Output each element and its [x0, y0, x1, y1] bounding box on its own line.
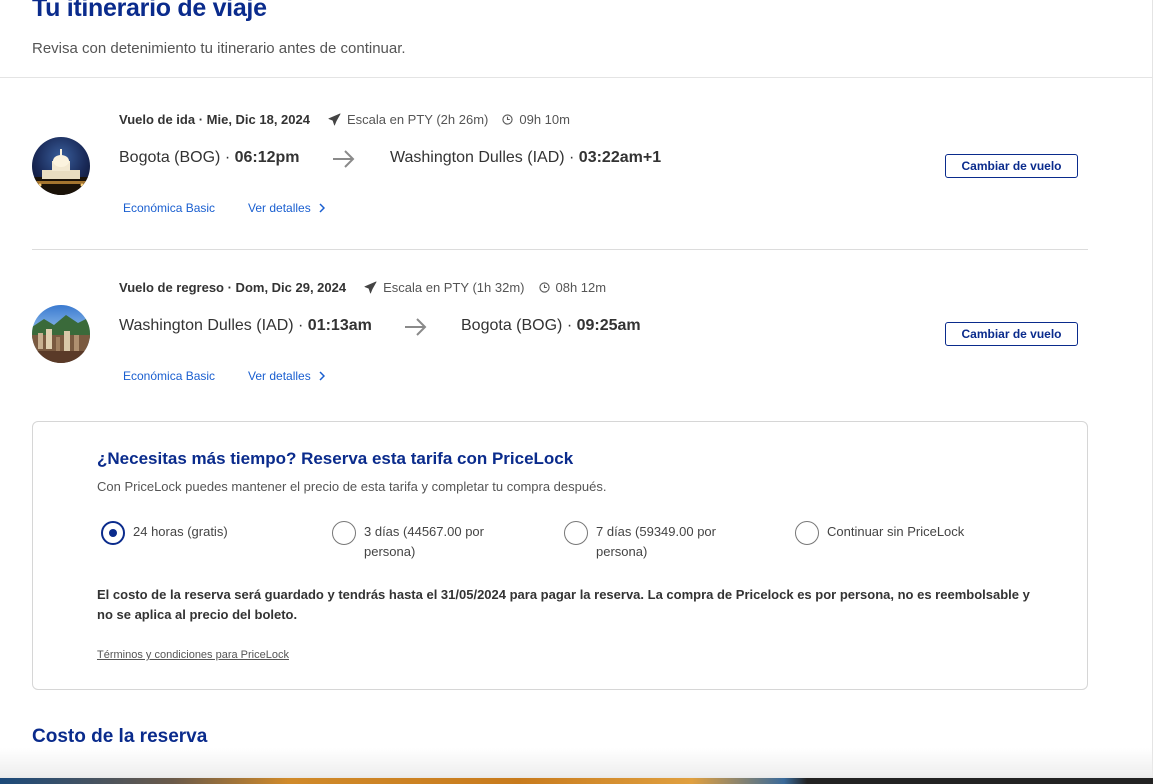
- radio-button[interactable]: [564, 521, 588, 545]
- capitol-night-icon: [32, 137, 90, 195]
- origin: Washington Dulles (IAD) · 01:13am: [119, 317, 372, 334]
- booking-cost-title: Costo de la reserva: [32, 726, 208, 747]
- bottom-image-strip: [0, 778, 1153, 784]
- chevron-right-icon: [319, 371, 325, 381]
- view-details-label: Ver detalles: [248, 369, 311, 383]
- pricelock-option-none[interactable]: Continuar sin PriceLock: [795, 521, 964, 545]
- flight-divider: [32, 249, 1088, 250]
- origin-city: Bogota (BOG): [119, 149, 221, 166]
- radio-button[interactable]: [795, 521, 819, 545]
- option-label: 24 horas (gratis): [133, 522, 228, 542]
- origin: Bogota (BOG) · 06:12pm: [119, 149, 300, 166]
- chevron-right-icon: [319, 203, 325, 213]
- option-label-line: Continuar sin PriceLock: [827, 524, 965, 539]
- page-header: Tu itinerario de viaje Revisa con deteni…: [0, 0, 1153, 78]
- view-details-link[interactable]: Ver detalles: [248, 201, 325, 215]
- option-label: Continuar sin PriceLock: [827, 522, 964, 542]
- duration-text: 09h 10m: [519, 112, 570, 127]
- stopover-text: Escala en PTY (1h 32m): [383, 280, 525, 295]
- plane-icon: [328, 113, 341, 126]
- origin-city: Washington Dulles (IAD): [119, 317, 294, 334]
- arrow-right-icon: [405, 318, 427, 336]
- change-flight-button[interactable]: Cambiar de vuelo: [945, 322, 1078, 346]
- origin-time: 01:13am: [307, 317, 372, 334]
- stopover: Escala en PTY (1h 32m): [364, 280, 525, 295]
- page-subtitle: Revisa con detenimiento tu itinerario an…: [32, 40, 406, 57]
- return-flight-card: Vuelo de regreso · Dom, Dic 29, 2024 Esc…: [32, 273, 1088, 393]
- clock-icon: [538, 282, 550, 293]
- duration: 08h 12m: [538, 280, 607, 295]
- flight-meta: Vuelo de regreso · Dom, Dic 29, 2024 Esc…: [119, 280, 606, 295]
- option-label: 7 días (59349.00 por persona): [596, 522, 716, 562]
- bogota-city-icon: [32, 305, 90, 363]
- clock-icon: [502, 114, 514, 125]
- option-label: 3 días (44567.00 por persona): [364, 522, 484, 562]
- plane-icon: [364, 281, 377, 294]
- destination-city: Bogota (BOG): [461, 317, 563, 334]
- flight-meta: Vuelo de ida · Mie, Dic 18, 2024 Escala …: [119, 112, 570, 127]
- destination-city: Washington Dulles (IAD): [390, 149, 565, 166]
- change-flight-button[interactable]: Cambiar de vuelo: [945, 154, 1078, 178]
- flight-direction-date: Vuelo de ida · Mie, Dic 18, 2024: [119, 112, 310, 127]
- duration-text: 08h 12m: [555, 280, 607, 295]
- arrow-right-icon: [333, 150, 355, 168]
- view-details-link[interactable]: Ver detalles: [248, 369, 325, 383]
- fare-class: Económica Basic: [123, 201, 216, 215]
- option-label-line: persona): [596, 544, 648, 559]
- stopover: Escala en PTY (2h 26m): [328, 112, 488, 127]
- pricelock-note: El costo de la reserva será guardado y t…: [97, 587, 1030, 622]
- pricelock-description: Con PriceLock puedes mantener el precio …: [97, 479, 607, 494]
- pricelock-panel: ¿Necesitas más tiempo? Reserva esta tari…: [32, 421, 1088, 690]
- pricelock-title: ¿Necesitas más tiempo? Reserva esta tari…: [97, 449, 574, 468]
- flight-direction-date: Vuelo de regreso · Dom, Dic 29, 2024: [119, 280, 347, 295]
- page-title: Tu itinerario de viaje: [32, 0, 267, 22]
- option-label-line: 7 días (59349.00 por: [596, 524, 716, 539]
- destination: Bogota (BOG) · 09:25am: [461, 317, 641, 334]
- origin-time: 06:12pm: [234, 149, 300, 166]
- pricelock-option-24h[interactable]: 24 horas (gratis): [101, 521, 228, 545]
- pricelock-terms-link[interactable]: Términos y condiciones para PriceLock: [97, 649, 289, 661]
- destination-time: 03:22am+1: [578, 149, 662, 166]
- radio-button-selected[interactable]: [101, 521, 125, 545]
- outbound-flight-card: Vuelo de ida · Mie, Dic 18, 2024 Escala …: [32, 105, 1088, 225]
- destination-time: 09:25am: [576, 317, 641, 334]
- option-label-line: persona): [364, 544, 416, 559]
- option-label-line: 3 días (44567.00 por: [364, 524, 484, 539]
- destination: Washington Dulles (IAD) · 03:22am+1: [390, 149, 662, 166]
- stopover-text: Escala en PTY (2h 26m): [346, 112, 489, 127]
- view-details-label: Ver detalles: [248, 201, 311, 215]
- fare-class: Económica Basic: [123, 369, 216, 383]
- pricelock-option-7d[interactable]: 7 días (59349.00 por persona): [564, 521, 716, 562]
- pricelock-option-3d[interactable]: 3 días (44567.00 por persona): [332, 521, 484, 562]
- option-label-line: 24 horas (gratis): [133, 524, 228, 539]
- duration: 09h 10m: [502, 112, 570, 127]
- radio-button[interactable]: [332, 521, 356, 545]
